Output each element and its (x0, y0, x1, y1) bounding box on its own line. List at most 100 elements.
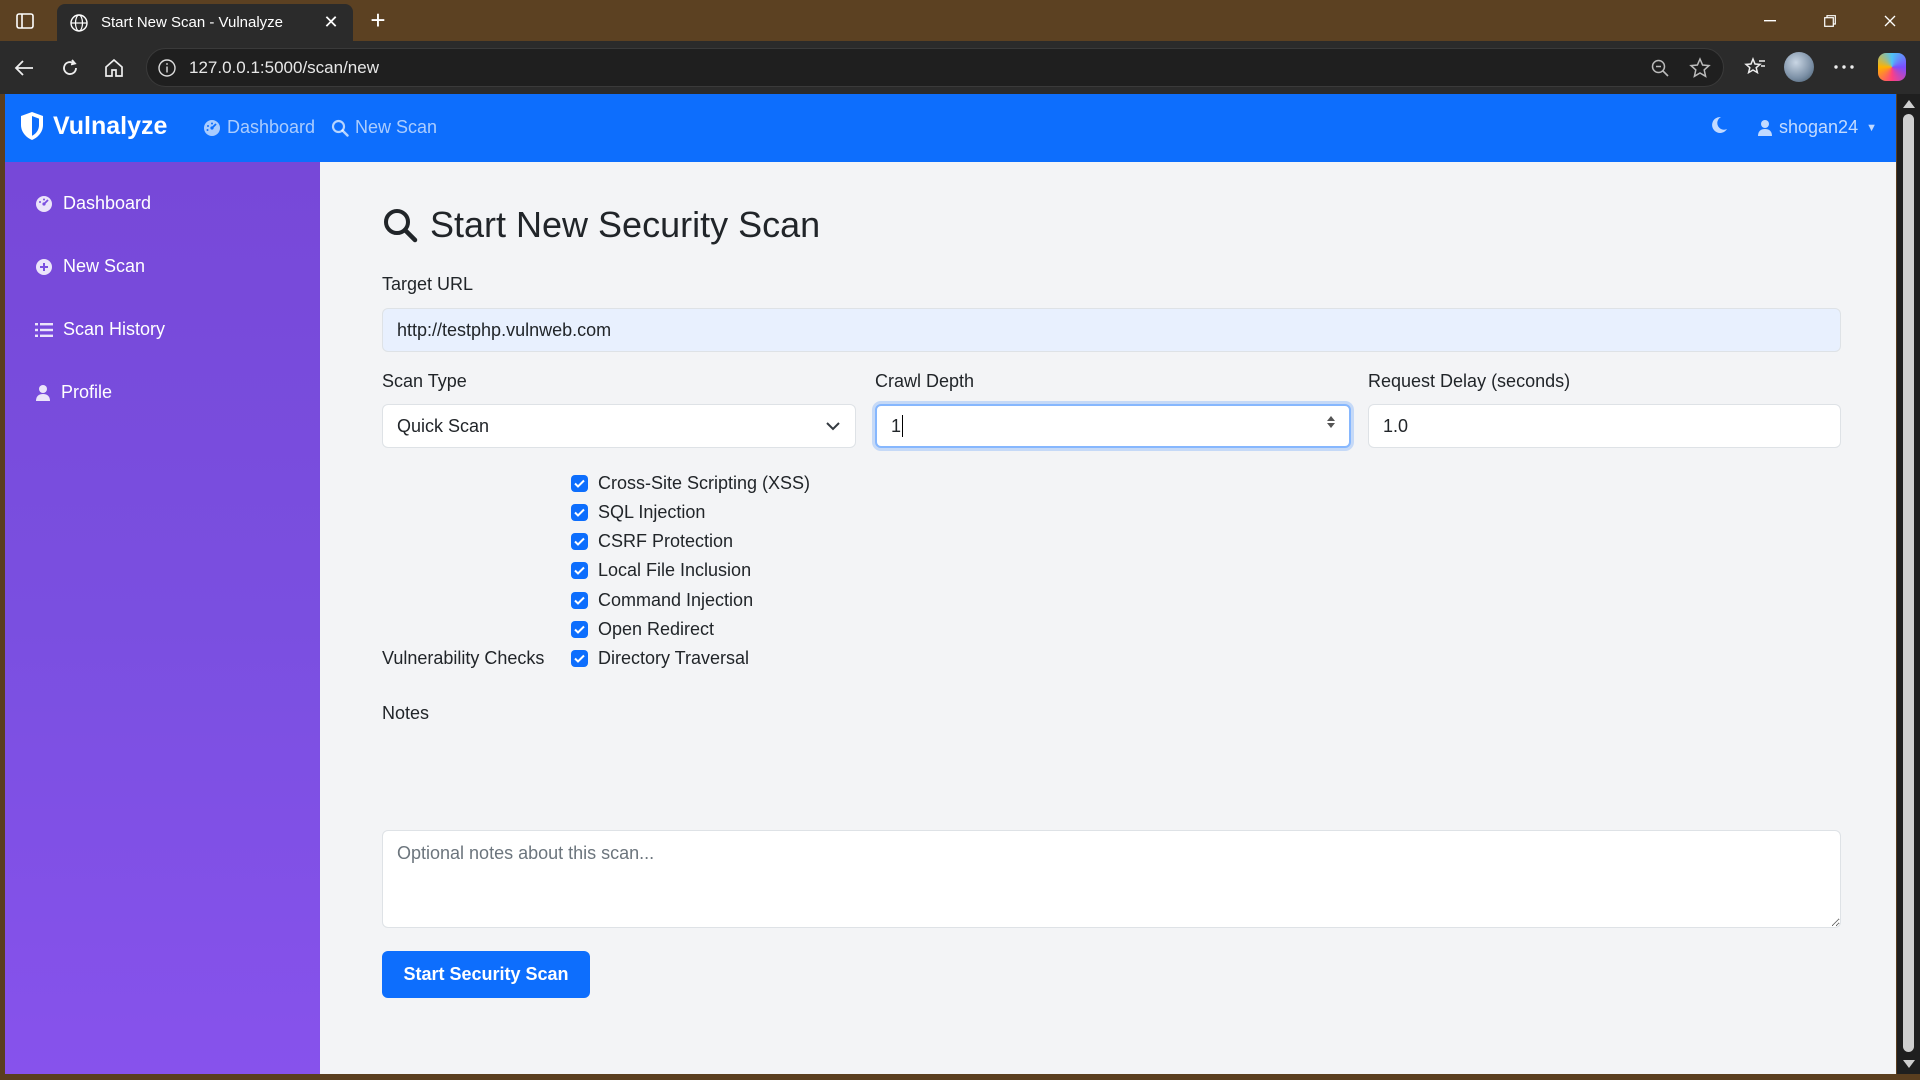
brand-name: Vulnalyze (53, 111, 168, 140)
check-directory-traversal[interactable]: Directory Traversal (571, 648, 749, 669)
shield-icon (21, 112, 43, 140)
user-icon (36, 384, 50, 401)
start-scan-button[interactable]: Start Security Scan (382, 951, 590, 998)
main-content: Start New Security Scan Target URL http:… (320, 162, 1896, 1074)
page-scrollbar[interactable] (1897, 94, 1920, 1074)
reload-icon[interactable] (56, 54, 84, 82)
checkbox-checked-icon[interactable] (571, 650, 588, 667)
more-options-icon[interactable] (1828, 51, 1860, 83)
restore-icon[interactable] (1800, 0, 1860, 41)
close-tab-icon[interactable]: ✕ (321, 12, 341, 33)
check-label: Command Injection (598, 590, 754, 610)
favorites-icon[interactable] (1739, 51, 1771, 83)
username: shogan24 (1779, 117, 1859, 137)
spin-down-icon[interactable] (1327, 423, 1335, 428)
check-label: Open Redirect (598, 619, 715, 639)
dark-mode-toggle-icon[interactable] (1709, 114, 1729, 142)
notes-label: Notes (382, 703, 430, 723)
top-navbar: Vulnalyze Dashboard New Scan shogan24 ▼ (5, 94, 1896, 162)
profile-avatar[interactable] (1783, 51, 1815, 83)
check-label: Local File Inclusion (598, 560, 752, 580)
brand-link[interactable]: Vulnalyze (19, 111, 167, 141)
target-url-value: http://testphp.vulnweb.com (397, 319, 612, 340)
sidebar: Dashboard New Scan Scan History Profile (5, 162, 320, 1074)
caret-down-icon: ▼ (1866, 121, 1877, 134)
checkbox-checked-icon[interactable] (571, 475, 588, 492)
crawl-depth-value: 1 (891, 415, 902, 436)
globe-icon (70, 13, 88, 32)
url-text: 127.0.0.1:5000/scan/new (189, 57, 379, 77)
window-controls (1740, 0, 1920, 41)
check-label: CSRF Protection (598, 531, 734, 551)
nav-dashboard-link[interactable]: Dashboard (203, 117, 315, 138)
minimize-icon[interactable] (1740, 0, 1800, 41)
check-open-redirect[interactable]: Open Redirect (571, 619, 714, 640)
vulnerability-checks-label: Vulnerability Checks (382, 648, 545, 668)
request-delay-value: 1.0 (1383, 415, 1409, 436)
spin-up-icon[interactable] (1327, 416, 1335, 421)
nav-new-scan-link[interactable]: New Scan (331, 117, 437, 138)
number-spinner[interactable] (1327, 416, 1335, 428)
address-bar[interactable]: 127.0.0.1:5000/scan/new (146, 48, 1724, 87)
browser-toolbar: 127.0.0.1:5000/scan/new (0, 41, 1920, 94)
chevron-down-icon (826, 422, 840, 431)
check-csrf[interactable]: CSRF Protection (571, 531, 733, 552)
checkbox-checked-icon[interactable] (571, 504, 588, 521)
check-label: Directory Traversal (598, 648, 750, 668)
tab-actions-icon[interactable] (12, 9, 38, 33)
check-sql-injection[interactable]: SQL Injection (571, 502, 705, 523)
check-command-injection[interactable]: Command Injection (571, 590, 753, 611)
sidebar-item-label: Dashboard (63, 193, 152, 213)
sidebar-item-dashboard[interactable]: Dashboard (35, 193, 151, 214)
checkbox-checked-icon[interactable] (571, 533, 588, 550)
sidebar-item-profile[interactable]: Profile (35, 382, 112, 403)
check-label: Cross-Site Scripting (XSS) (598, 473, 811, 493)
browser-tab-bar: Start New Scan - Vulnalyze ✕ + (0, 0, 1920, 41)
close-window-icon[interactable] (1860, 0, 1920, 41)
dashboard-icon (204, 119, 220, 136)
request-delay-input[interactable]: 1.0 (1368, 404, 1841, 448)
home-icon[interactable] (100, 54, 128, 82)
browser-tab-active[interactable]: Start New Scan - Vulnalyze ✕ (57, 4, 353, 41)
search-icon (331, 119, 349, 137)
crawl-depth-input[interactable]: 1 (875, 404, 1351, 448)
scroll-up-icon[interactable] (1903, 100, 1915, 108)
sidebar-item-label: New Scan (63, 256, 146, 276)
scrollbar-thumb[interactable] (1903, 114, 1914, 1052)
search-icon (384, 209, 418, 243)
page-title-text: Start New Security Scan (430, 204, 821, 245)
nav-new-scan-label: New Scan (355, 117, 438, 137)
favorite-star-icon[interactable] (1689, 57, 1711, 79)
sidebar-item-label: Profile (61, 382, 113, 402)
dashboard-icon (36, 195, 52, 212)
scroll-down-icon[interactable] (1903, 1060, 1915, 1068)
plus-circle-icon (36, 258, 52, 275)
nav-dashboard-label: Dashboard (227, 117, 316, 137)
scan-type-select[interactable]: Quick Scan (382, 404, 856, 448)
sidebar-item-new-scan[interactable]: New Scan (35, 256, 145, 277)
sidebar-item-label: Scan History (63, 319, 166, 339)
copilot-icon[interactable] (1876, 51, 1908, 83)
request-delay-label: Request Delay (seconds) (1368, 371, 1571, 391)
info-icon[interactable] (157, 58, 177, 78)
check-lfi[interactable]: Local File Inclusion (571, 560, 751, 581)
back-icon[interactable] (10, 54, 38, 82)
scan-type-value: Quick Scan (397, 415, 490, 436)
check-label: SQL Injection (598, 502, 706, 522)
sidebar-item-scan-history[interactable]: Scan History (35, 319, 165, 340)
tab-title: Start New Scan - Vulnalyze (101, 14, 284, 31)
checkbox-checked-icon[interactable] (571, 562, 588, 579)
crawl-depth-label: Crawl Depth (875, 371, 975, 391)
user-menu[interactable]: shogan24 ▼ (1757, 117, 1877, 138)
page-title: Start New Security Scan (382, 204, 820, 246)
check-xss[interactable]: Cross-Site Scripting (XSS) (571, 473, 810, 494)
target-url-input[interactable]: http://testphp.vulnweb.com (382, 308, 1841, 352)
notes-textarea[interactable] (382, 830, 1841, 928)
scan-type-label: Scan Type (382, 371, 467, 391)
zoom-icon[interactable] (1649, 57, 1671, 79)
target-url-label: Target URL (382, 274, 474, 294)
checkbox-checked-icon[interactable] (571, 592, 588, 609)
user-icon (1758, 119, 1772, 136)
checkbox-checked-icon[interactable] (571, 621, 588, 638)
new-tab-button[interactable]: + (364, 7, 392, 35)
